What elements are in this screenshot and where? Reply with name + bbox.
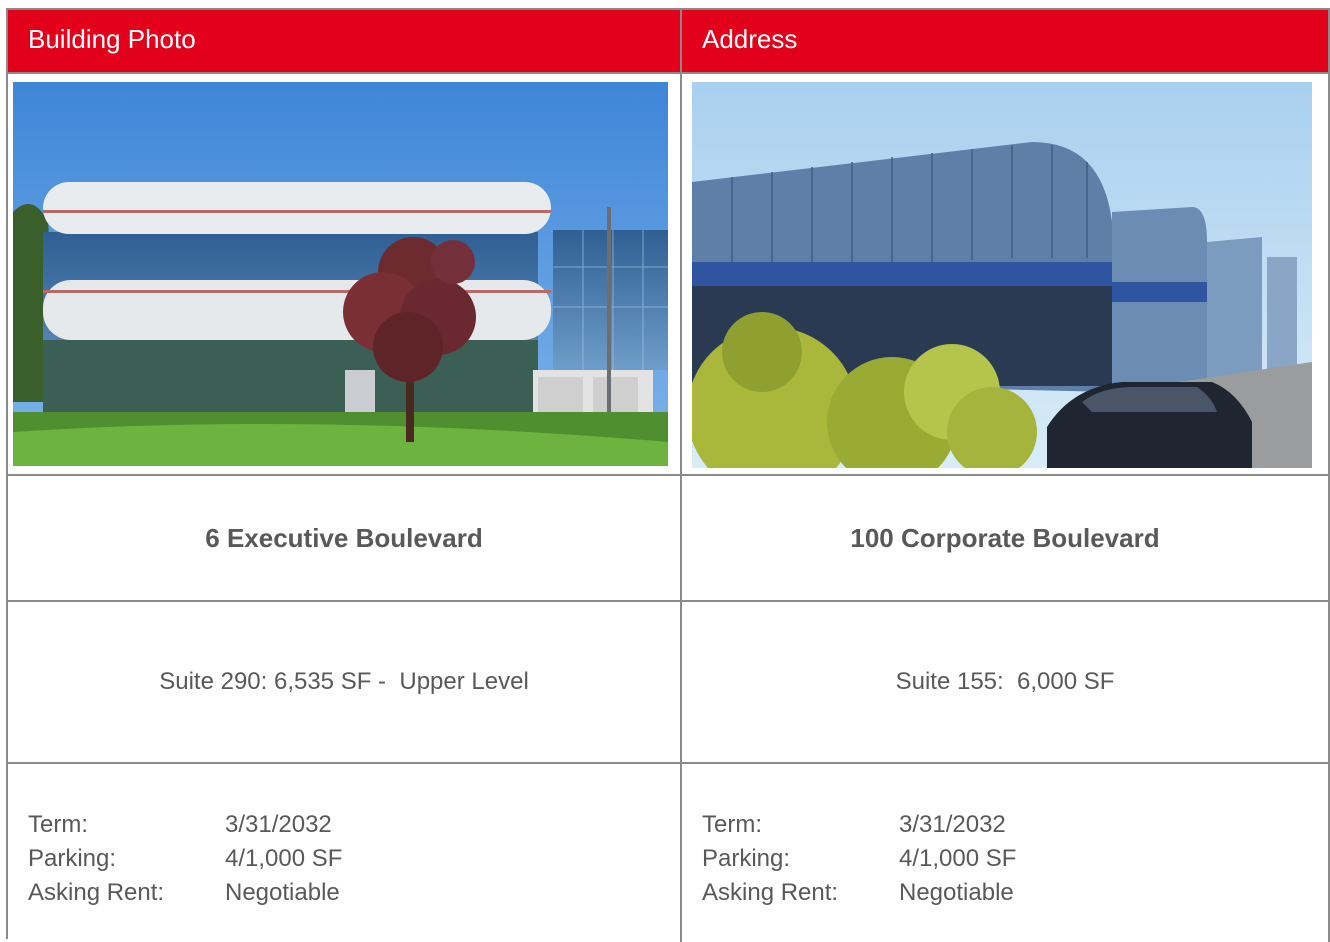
term-value: 3/31/2032 — [225, 811, 332, 838]
asking-rent-label: Asking Rent: — [702, 879, 839, 906]
term-label: Term: — [702, 811, 762, 838]
address-cell-1: 6 Executive Boulevard — [8, 476, 682, 602]
suite-info-2: Suite 155: 6,000 SF — [895, 668, 1115, 695]
term-label: Term: — [28, 811, 88, 838]
asking-rent-row: Asking Rent: Negotiable — [28, 876, 680, 910]
details-cell-2: Term: 3/31/2032 Parking: 4/1,000 SF Aski… — [682, 764, 1330, 942]
asking-rent-label: Asking Rent: — [28, 879, 165, 906]
parking-label: Parking: — [28, 845, 117, 872]
photo-cell-2 — [682, 74, 1330, 476]
building-photo-1 — [13, 82, 668, 466]
suite-cell-2: Suite 155: 6,000 SF — [682, 602, 1330, 764]
parking-value: 4/1,000 SF — [225, 845, 343, 872]
term-row: Term: 3/31/2032 — [702, 808, 1328, 842]
asking-rent-row: Asking Rent: Negotiable — [702, 876, 1328, 910]
parking-value: 4/1,000 SF — [899, 845, 1017, 872]
photo-cell-1 — [8, 74, 682, 476]
suite-cell-1: Suite 290: 6,535 SF - Upper Level — [8, 602, 682, 764]
header-address: Address — [682, 10, 1330, 74]
parking-label: Parking: — [702, 845, 791, 872]
building-photo-2 — [692, 82, 1312, 468]
asking-rent-value: Negotiable — [225, 879, 340, 906]
property-table: Building Photo Address 6 Executive Boule… — [6, 8, 1330, 942]
parking-row: Parking: 4/1,000 SF — [702, 842, 1328, 876]
address-cell-2: 100 Corporate Boulevard — [682, 476, 1330, 602]
term-value: 3/31/2032 — [899, 811, 1006, 838]
building-address-2: 100 Corporate Boulevard — [850, 522, 1160, 553]
header-building-photo: Building Photo — [8, 10, 682, 74]
details-cell-1: Term: 3/31/2032 Parking: 4/1,000 SF Aski… — [8, 764, 682, 942]
term-row: Term: 3/31/2032 — [28, 808, 680, 842]
asking-rent-value: Negotiable — [899, 879, 1014, 906]
building-address-1: 6 Executive Boulevard — [205, 522, 483, 553]
suite-info-1: Suite 290: 6,535 SF - Upper Level — [159, 668, 529, 695]
parking-row: Parking: 4/1,000 SF — [28, 842, 680, 876]
